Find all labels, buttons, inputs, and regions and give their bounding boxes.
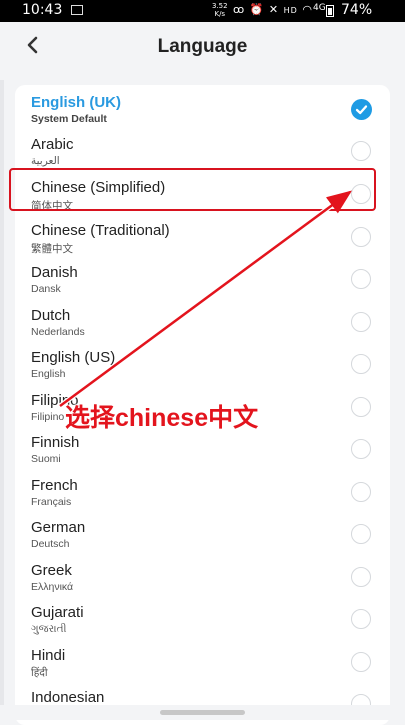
home-indicator[interactable]	[160, 710, 245, 715]
annotation-arrow	[58, 189, 353, 409]
nav-bar	[0, 705, 405, 720]
annotation-text: 选择chinese中文	[65, 404, 259, 432]
